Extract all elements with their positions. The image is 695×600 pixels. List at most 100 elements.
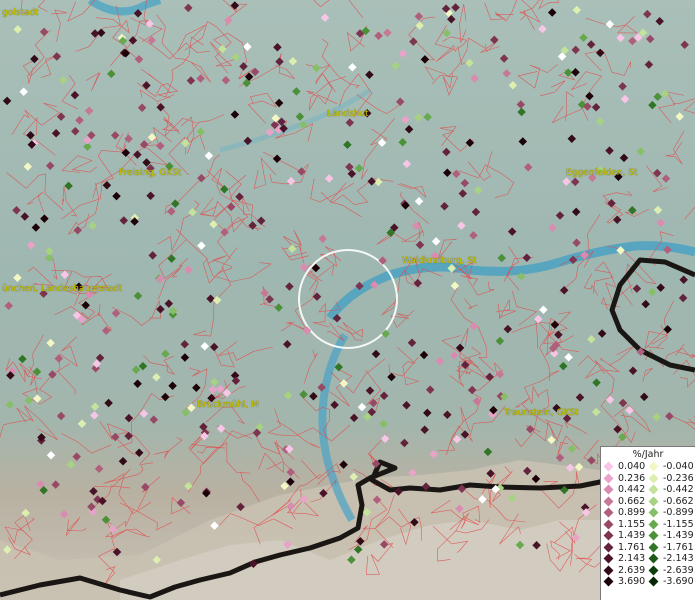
station-marker[interactable] bbox=[192, 383, 201, 393]
station-marker[interactable] bbox=[149, 415, 159, 424]
station-marker[interactable] bbox=[292, 87, 301, 96]
station-marker[interactable] bbox=[23, 162, 33, 171]
station-marker[interactable] bbox=[547, 8, 557, 17]
station-marker[interactable] bbox=[348, 62, 357, 72]
station-marker[interactable] bbox=[2, 96, 12, 106]
station-marker[interactable] bbox=[471, 207, 481, 217]
station-marker[interactable] bbox=[632, 284, 642, 293]
station-marker[interactable] bbox=[71, 127, 80, 136]
station-marker[interactable] bbox=[451, 3, 460, 12]
station-marker[interactable] bbox=[273, 42, 282, 52]
station-marker[interactable] bbox=[156, 305, 165, 314]
station-marker[interactable] bbox=[516, 100, 526, 109]
station-marker[interactable] bbox=[286, 467, 295, 477]
station-marker[interactable] bbox=[571, 67, 580, 77]
station-marker[interactable] bbox=[104, 398, 113, 408]
station-marker[interactable] bbox=[101, 326, 111, 335]
station-marker[interactable] bbox=[299, 262, 309, 272]
station-marker[interactable] bbox=[13, 25, 22, 34]
station-marker[interactable] bbox=[171, 199, 180, 208]
station-marker[interactable] bbox=[94, 464, 104, 474]
station-marker[interactable] bbox=[272, 154, 282, 164]
station-marker[interactable] bbox=[414, 196, 424, 206]
station-marker[interactable] bbox=[112, 547, 122, 557]
station-marker[interactable] bbox=[595, 48, 605, 58]
station-marker[interactable] bbox=[644, 60, 654, 69]
station-marker[interactable] bbox=[220, 228, 229, 237]
station-marker[interactable] bbox=[101, 515, 111, 525]
station-marker[interactable] bbox=[413, 278, 423, 288]
station-marker[interactable] bbox=[440, 202, 449, 211]
station-marker[interactable] bbox=[330, 400, 339, 410]
station-marker[interactable] bbox=[645, 34, 655, 44]
station-marker[interactable] bbox=[518, 137, 528, 146]
station-marker[interactable] bbox=[180, 340, 189, 349]
station-marker[interactable] bbox=[495, 336, 505, 346]
station-marker[interactable] bbox=[374, 31, 383, 40]
station-marker[interactable] bbox=[320, 13, 330, 22]
station-marker[interactable] bbox=[89, 486, 98, 496]
station-marker[interactable] bbox=[391, 61, 400, 71]
station-marker[interactable] bbox=[209, 342, 219, 352]
station-marker[interactable] bbox=[112, 191, 121, 201]
station-marker[interactable] bbox=[485, 372, 494, 382]
station-marker[interactable] bbox=[395, 97, 405, 106]
station-marker[interactable] bbox=[46, 450, 56, 460]
station-marker[interactable] bbox=[176, 498, 186, 508]
station-marker[interactable] bbox=[460, 430, 470, 439]
station-marker[interactable] bbox=[275, 57, 284, 66]
station-marker[interactable] bbox=[547, 435, 556, 445]
station-marker[interactable] bbox=[347, 169, 357, 178]
station-marker[interactable] bbox=[141, 482, 150, 492]
station-marker[interactable] bbox=[517, 107, 526, 117]
station-marker[interactable] bbox=[571, 207, 581, 217]
station-marker[interactable] bbox=[48, 370, 57, 379]
station-marker[interactable] bbox=[64, 181, 73, 191]
station-marker[interactable] bbox=[146, 191, 155, 200]
station-marker[interactable] bbox=[260, 288, 269, 298]
station-marker[interactable] bbox=[591, 407, 601, 417]
station-marker[interactable] bbox=[425, 385, 435, 395]
station-marker[interactable] bbox=[423, 408, 432, 418]
station-marker[interactable] bbox=[231, 53, 241, 62]
station-marker[interactable] bbox=[142, 81, 151, 90]
station-marker[interactable] bbox=[184, 3, 193, 13]
station-marker[interactable] bbox=[46, 338, 55, 348]
station-marker[interactable] bbox=[539, 305, 548, 314]
station-marker[interactable] bbox=[379, 419, 388, 429]
station-marker[interactable] bbox=[605, 395, 615, 405]
station-marker[interactable] bbox=[365, 386, 375, 395]
station-marker[interactable] bbox=[90, 411, 99, 420]
station-marker[interactable] bbox=[579, 33, 588, 42]
station-marker[interactable] bbox=[402, 159, 412, 169]
station-marker[interactable] bbox=[230, 1, 240, 10]
station-marker[interactable] bbox=[26, 130, 35, 140]
station-marker[interactable] bbox=[180, 353, 190, 362]
station-marker[interactable] bbox=[156, 141, 165, 151]
station-marker[interactable] bbox=[21, 508, 30, 518]
station-marker[interactable] bbox=[679, 275, 688, 284]
station-marker[interactable] bbox=[283, 391, 293, 400]
station-marker[interactable] bbox=[534, 314, 543, 324]
station-marker[interactable] bbox=[156, 103, 165, 112]
station-marker[interactable] bbox=[124, 413, 134, 423]
station-marker[interactable] bbox=[490, 35, 499, 45]
station-marker[interactable] bbox=[286, 176, 296, 186]
station-marker[interactable] bbox=[404, 125, 414, 134]
station-marker[interactable] bbox=[73, 226, 82, 235]
station-marker[interactable] bbox=[108, 524, 118, 534]
station-marker[interactable] bbox=[458, 189, 468, 198]
station-marker[interactable] bbox=[75, 116, 84, 125]
station-marker[interactable] bbox=[628, 206, 637, 215]
station-marker[interactable] bbox=[299, 390, 308, 399]
station-marker[interactable] bbox=[497, 253, 506, 263]
station-marker[interactable] bbox=[555, 211, 565, 220]
station-marker[interactable] bbox=[571, 45, 580, 55]
station-marker[interactable] bbox=[206, 294, 215, 304]
station-marker[interactable] bbox=[19, 87, 28, 96]
station-marker[interactable] bbox=[56, 411, 66, 421]
station-marker[interactable] bbox=[655, 17, 664, 26]
station-marker[interactable] bbox=[349, 472, 358, 481]
station-marker[interactable] bbox=[287, 244, 297, 254]
station-marker[interactable] bbox=[148, 251, 157, 260]
